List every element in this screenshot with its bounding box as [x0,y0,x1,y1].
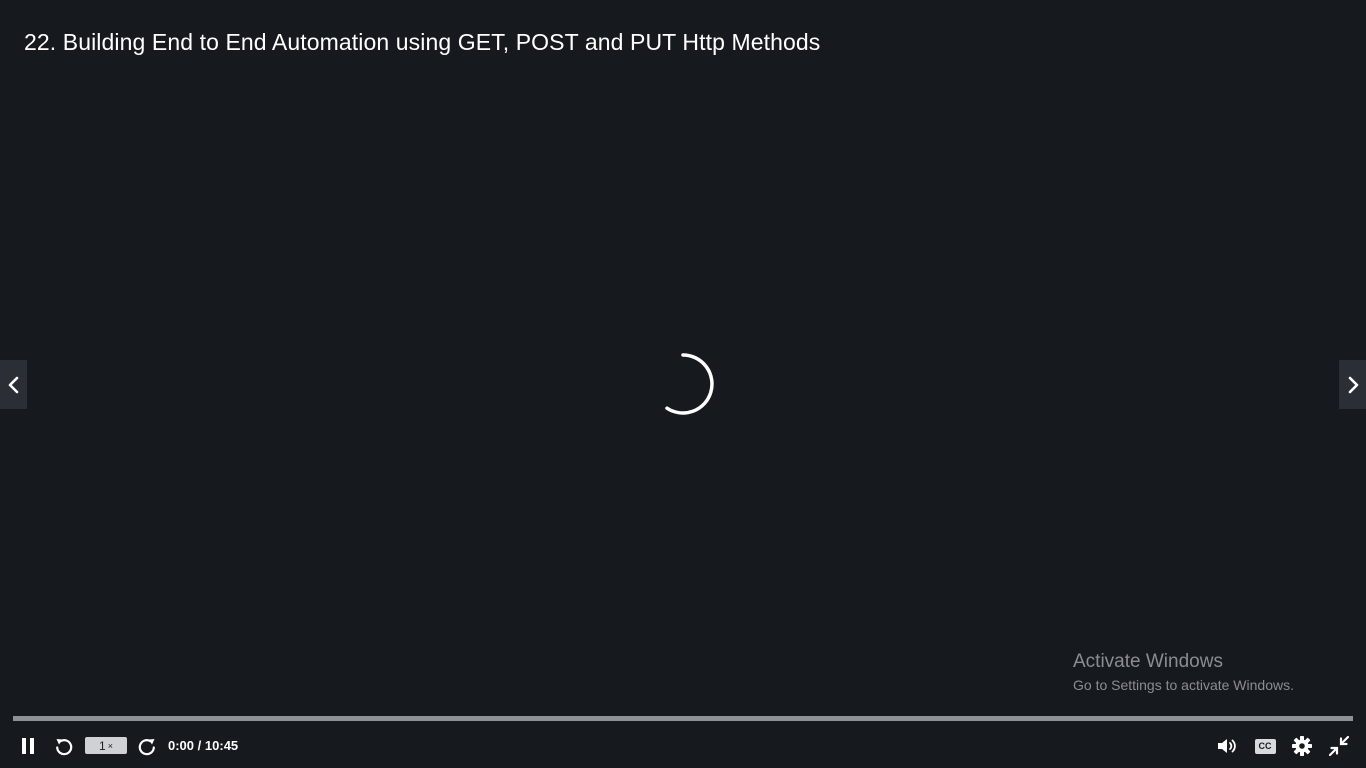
video-player[interactable]: 22. Building End to End Automation using… [0,0,1366,768]
next-lecture-button[interactable] [1339,360,1366,409]
loading-spinner-icon [665,353,714,415]
pause-button[interactable] [14,730,42,762]
progress-bar[interactable] [13,716,1353,721]
exit-fullscreen-icon [1328,735,1350,757]
lecture-title: 22. Building End to End Automation using… [24,29,821,55]
watermark-subtitle: Go to Settings to activate Windows. [1073,677,1294,693]
control-bar: 1 × 0:00 / 10:45 CC [0,730,1366,762]
pause-icon [22,738,34,754]
playback-speed-button[interactable]: 1 × [85,737,127,754]
forward-icon [138,739,155,756]
activate-windows-watermark: Activate Windows Go to Settings to activ… [1073,651,1294,696]
speed-suffix: × [107,740,113,751]
captions-label: CC [1258,741,1272,751]
speed-value: 1 [99,738,106,753]
forward-button[interactable] [133,730,161,762]
rewind-button[interactable] [50,730,78,762]
time-display: 0:00 / 10:45 [168,738,238,753]
duration: 10:45 [204,738,239,753]
volume-button[interactable] [1213,730,1243,762]
previous-lecture-button[interactable] [0,360,27,409]
captions-button[interactable]: CC [1250,730,1280,762]
chevron-left-icon [8,376,18,393]
chevron-right-icon [1348,376,1358,393]
exit-fullscreen-button[interactable] [1324,730,1354,762]
current-time: 0:00 [168,738,195,753]
gear-icon [1292,736,1312,756]
settings-button[interactable] [1287,730,1317,762]
watermark-title: Activate Windows [1073,651,1223,672]
volume-icon [1218,739,1236,753]
time-separator: / [197,738,202,753]
rewind-icon [56,739,73,756]
captions-icon: CC [1254,738,1276,754]
